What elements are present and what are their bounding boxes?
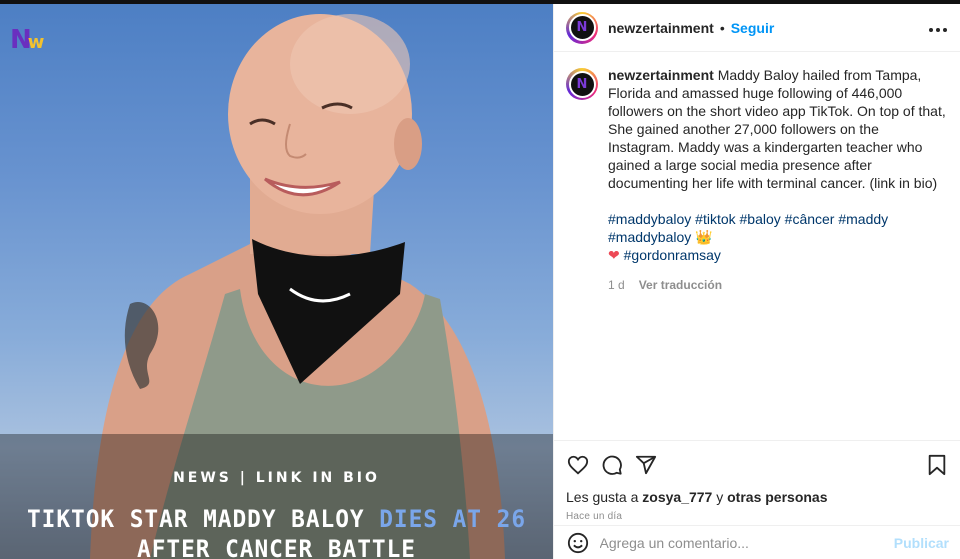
separator-dot: •: [719, 19, 725, 36]
headline: TIKTOK STAR MADDY BALOY DIES AT 26 AFTER…: [14, 504, 539, 559]
caption-avatar[interactable]: N: [566, 68, 598, 100]
likes-user-link[interactable]: zosya_777: [642, 489, 712, 505]
headline-part1: TIKTOK STAR MADDY BALOY: [26, 505, 380, 533]
caption-text-block: newzertainment Maddy Baloy hailed from T…: [608, 66, 948, 294]
hashtags-line1[interactable]: #maddybaloy #tiktok #baloy #câncer #madd…: [608, 211, 888, 245]
hashtags: #maddybaloy #tiktok #baloy #câncer #madd…: [608, 210, 948, 264]
logo-accent-letter: w: [27, 32, 45, 53]
post-actions: Les gusta a zosya_777 y otras personas H…: [554, 440, 960, 522]
heart-icon[interactable]: [566, 453, 590, 477]
caption-meta: 1 d Ver traducción: [608, 276, 948, 294]
share-icon[interactable]: [634, 453, 658, 477]
post-time: Hace un día: [566, 511, 623, 522]
likes-others-link[interactable]: otras personas: [727, 489, 827, 505]
follow-button[interactable]: Seguir: [731, 20, 775, 36]
heart-emoji: ❤: [608, 247, 620, 263]
headline-line2: AFTER CANCER BATTLE: [137, 535, 416, 559]
emoji-icon[interactable]: [566, 531, 590, 555]
caption-avatar-logo: N: [568, 70, 596, 98]
headline-accent: DIES AT 26: [379, 505, 527, 533]
caption: N newzertainment Maddy Baloy hailed from…: [566, 66, 948, 294]
likes-prefix: Les gusta a: [566, 489, 643, 505]
caption-username[interactable]: newzertainment: [608, 67, 714, 83]
caption-area: N newzertainment Maddy Baloy hailed from…: [554, 52, 960, 437]
comment-input[interactable]: [599, 534, 894, 551]
likes-line: Les gusta a zosya_777 y otras personas: [566, 489, 949, 505]
more-options-icon[interactable]: [928, 17, 948, 38]
news-tagline: NEWS | LINK IN BIO: [173, 470, 380, 486]
hashtags-line2[interactable]: #gordonramsay: [624, 247, 721, 263]
bookmark-icon[interactable]: [925, 453, 949, 477]
post-image[interactable]: Nw NEWS | LINK IN BIO TIKTOK STAR MADDY …: [0, 4, 553, 559]
logo-letter: N: [10, 25, 32, 55]
action-icons: [566, 449, 949, 481]
brand-logo: Nw: [10, 24, 46, 56]
username-link[interactable]: newzertainment: [608, 20, 714, 36]
comment-icon[interactable]: [600, 453, 624, 477]
caption-time: 1 d: [608, 278, 625, 292]
post-details-panel: N newzertainment • Seguir N newzertainme…: [553, 4, 960, 559]
translate-link[interactable]: Ver traducción: [639, 278, 722, 292]
post-header: N newzertainment • Seguir: [554, 4, 960, 52]
likes-middle: y: [712, 489, 728, 505]
caption-text: Maddy Baloy hailed from Tampa, Florida a…: [608, 67, 946, 191]
publish-button[interactable]: Publicar: [894, 535, 949, 551]
avatar[interactable]: N: [566, 11, 598, 44]
avatar-logo: N: [568, 14, 596, 41]
comment-bar: Publicar: [554, 525, 960, 559]
